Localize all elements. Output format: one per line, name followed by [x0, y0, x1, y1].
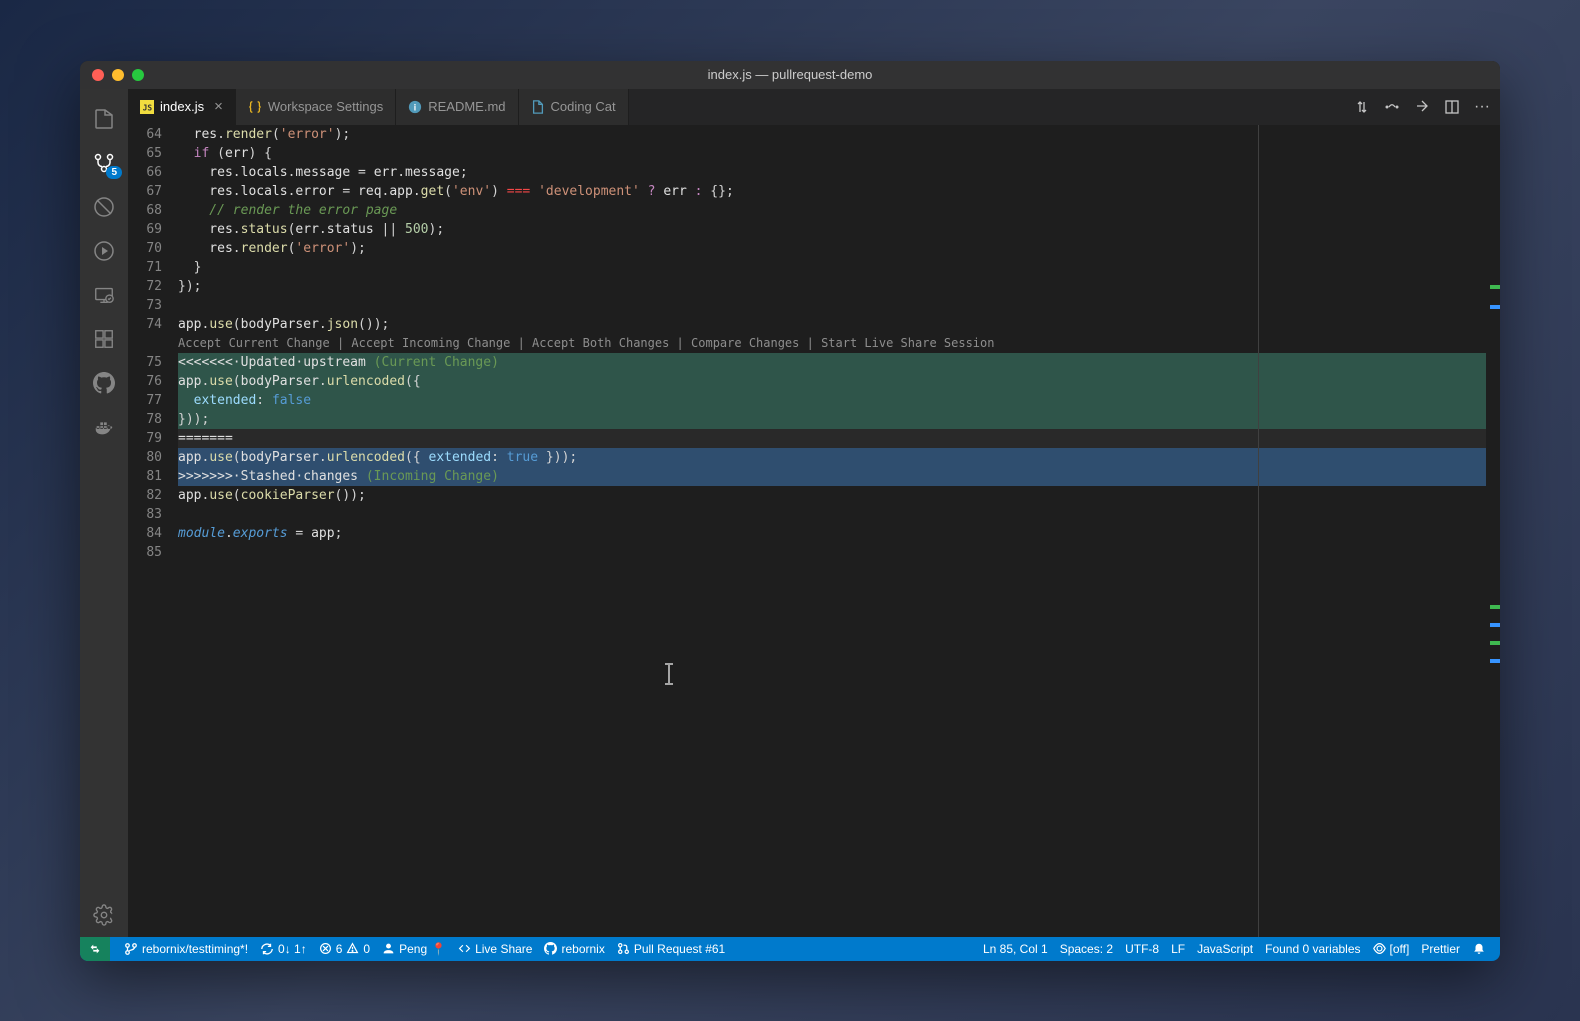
text-cursor	[668, 665, 670, 683]
notifications-bell[interactable]	[1466, 937, 1492, 961]
braces-icon	[248, 100, 262, 114]
prettier-status[interactable]: Prettier	[1415, 937, 1466, 961]
scm-badge: 5	[106, 166, 122, 179]
file-icon	[531, 100, 545, 114]
close-window-button[interactable]	[92, 69, 104, 81]
maximize-window-button[interactable]	[132, 69, 144, 81]
problems-status[interactable]: 6 0	[313, 937, 376, 961]
compare-changes-icon[interactable]	[1354, 99, 1370, 115]
line-gutter: 64 65 66 67 68 69 70 71 72 73 74 75 76 7…	[128, 125, 178, 937]
tabbar: JS index.js × Workspace Settings i READM…	[128, 89, 1500, 125]
split-editor-icon[interactable]	[1444, 99, 1460, 115]
liveshare-status[interactable]: Live Share	[452, 937, 538, 961]
remote-indicator[interactable]	[80, 937, 110, 961]
svg-text:JS: JS	[143, 103, 153, 112]
tab-readme[interactable]: i README.md	[396, 89, 518, 125]
accept-current-link[interactable]: Accept Current Change	[178, 336, 330, 350]
tab-label: index.js	[160, 99, 204, 114]
close-icon[interactable]: ×	[214, 98, 223, 115]
overview-ruler[interactable]	[1486, 125, 1500, 937]
scm-activity[interactable]: 5	[80, 141, 128, 185]
tab-label: README.md	[428, 99, 505, 114]
github-status[interactable]: rebornix	[538, 937, 610, 961]
extensions-activity[interactable]	[80, 317, 128, 361]
pullrequest-status[interactable]: Pull Request #61	[611, 937, 731, 961]
vscode-window: index.js — pullrequest-demo 5	[80, 61, 1500, 961]
github-activity[interactable]	[80, 361, 128, 405]
git-branch-status[interactable]: rebornix/testtiming*!	[118, 937, 254, 961]
accept-both-link[interactable]: Accept Both Changes	[532, 336, 669, 350]
eol-status[interactable]: LF	[1165, 937, 1191, 961]
info-icon: i	[408, 100, 422, 114]
open-changes-icon[interactable]	[1414, 99, 1430, 115]
language-status[interactable]: JavaScript	[1191, 937, 1259, 961]
more-actions-icon[interactable]: ···	[1474, 98, 1490, 116]
merge-codelens: Accept Current Change | Accept Incoming …	[178, 334, 1500, 353]
off-status[interactable]: [off]	[1367, 937, 1416, 961]
activity-bar: 5	[80, 89, 128, 937]
sync-status[interactable]: 0↓ 1↑	[254, 937, 313, 961]
tab-label: Coding Cat	[551, 99, 616, 114]
variables-status[interactable]: Found 0 variables	[1259, 937, 1366, 961]
user-status[interactable]: Peng 📍	[376, 937, 452, 961]
traffic-lights	[92, 69, 144, 81]
indentation-status[interactable]: Spaces: 2	[1054, 937, 1119, 961]
editor-actions: ···	[1354, 89, 1500, 125]
tab-coding-cat[interactable]: Coding Cat	[519, 89, 629, 125]
no-entry-activity[interactable]	[80, 185, 128, 229]
pin-icon: 📍	[431, 942, 446, 956]
status-bar: rebornix/testtiming*! 0↓ 1↑ 6 0 Peng 📍 L…	[80, 937, 1500, 961]
window-title: index.js — pullrequest-demo	[708, 67, 873, 82]
titlebar: index.js — pullrequest-demo	[80, 61, 1500, 89]
tab-workspace-settings[interactable]: Workspace Settings	[236, 89, 396, 125]
remote-explorer-activity[interactable]	[80, 273, 128, 317]
debug-activity[interactable]	[80, 229, 128, 273]
tab-index-js[interactable]: JS index.js ×	[128, 89, 236, 125]
start-liveshare-link[interactable]: Start Live Share Session	[821, 336, 994, 350]
compare-changes-link[interactable]: Compare Changes	[691, 336, 799, 350]
column-ruler	[1258, 125, 1259, 937]
explorer-activity[interactable]	[80, 97, 128, 141]
toggle-whitespace-icon[interactable]	[1384, 99, 1400, 115]
editor-area: JS index.js × Workspace Settings i READM…	[128, 89, 1500, 937]
code-editor[interactable]: 64 65 66 67 68 69 70 71 72 73 74 75 76 7…	[128, 125, 1500, 937]
docker-activity[interactable]	[80, 405, 128, 449]
tab-label: Workspace Settings	[268, 99, 383, 114]
main-area: 5	[80, 89, 1500, 937]
svg-text:i: i	[414, 102, 416, 112]
code-content[interactable]: res.render('error'); if (err) { res.loca…	[178, 125, 1500, 937]
js-file-icon: JS	[140, 100, 154, 114]
minimize-window-button[interactable]	[112, 69, 124, 81]
settings-gear[interactable]	[80, 893, 128, 937]
accept-incoming-link[interactable]: Accept Incoming Change	[351, 336, 510, 350]
encoding-status[interactable]: UTF-8	[1119, 937, 1165, 961]
cursor-position[interactable]: Ln 85, Col 1	[977, 937, 1054, 961]
